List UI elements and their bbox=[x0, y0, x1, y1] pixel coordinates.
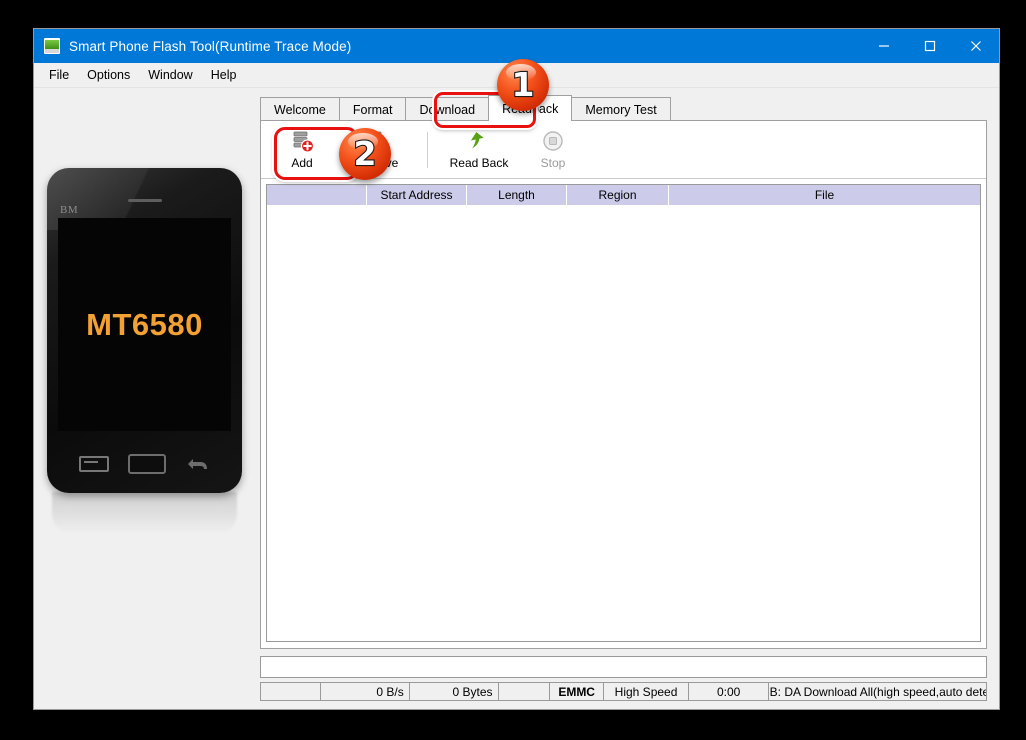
step-badge-1-number: 1 bbox=[510, 64, 535, 104]
minimize-icon[interactable] bbox=[861, 29, 907, 63]
tab-strip: Welcome Format Download Readback Memory … bbox=[260, 95, 987, 122]
title-bar: Smart Phone Flash Tool(Runtime Trace Mod… bbox=[34, 29, 999, 63]
home-button-icon bbox=[128, 454, 167, 474]
phone-flash-icon bbox=[44, 38, 60, 54]
status-cell-elapsed-time: 0:00 bbox=[689, 683, 770, 700]
window-title: Smart Phone Flash Tool(Runtime Trace Mod… bbox=[69, 38, 352, 54]
tab-format-label: Format bbox=[352, 102, 393, 117]
menu-item-window[interactable]: Window bbox=[139, 65, 201, 85]
column-header-start-address[interactable]: Start Address bbox=[367, 185, 467, 205]
stop-circle-icon bbox=[542, 129, 564, 153]
window-controls bbox=[861, 29, 999, 63]
menu-item-options[interactable]: Options bbox=[78, 65, 139, 85]
column-header-checkbox[interactable] bbox=[267, 185, 367, 205]
tab-memory-test[interactable]: Memory Test bbox=[571, 97, 671, 121]
tab-memory-test-label: Memory Test bbox=[585, 102, 657, 117]
read-back-button[interactable]: Read Back bbox=[442, 125, 516, 175]
content-pane: Welcome Format Download Readback Memory … bbox=[248, 88, 999, 709]
chipset-label: MT6580 bbox=[86, 306, 203, 342]
window-body: BM MT6580 Welcome Format Download Memory… bbox=[34, 88, 999, 709]
phone-illustration: BM MT6580 bbox=[47, 168, 242, 493]
status-cell-bytes: 0 Bytes bbox=[410, 683, 499, 700]
phone-reflection bbox=[52, 492, 237, 534]
step-badge-2-number: 2 bbox=[352, 133, 377, 173]
stop-button: Stop bbox=[516, 125, 590, 175]
status-cell-blank-left bbox=[261, 683, 321, 700]
column-header-file[interactable]: File bbox=[669, 185, 980, 205]
column-header-length[interactable]: Length bbox=[467, 185, 567, 205]
tab-welcome-label: Welcome bbox=[274, 102, 326, 117]
menu-item-help[interactable]: Help bbox=[202, 65, 246, 85]
status-bar: 0 B/s 0 Bytes EMMC High Speed 0:00 USB: … bbox=[260, 682, 987, 701]
app-window: Smart Phone Flash Tool(Runtime Trace Mod… bbox=[33, 28, 1000, 710]
menu-item-file[interactable]: File bbox=[40, 65, 78, 85]
status-cell-storage-type: EMMC bbox=[550, 683, 605, 700]
status-cell-connection-speed: High Speed bbox=[604, 683, 689, 700]
readback-tab-page: Add Read Back Stop Start Address Length … bbox=[260, 121, 987, 649]
phone-nav-bar bbox=[47, 447, 242, 481]
readback-table: Start Address Length Region File bbox=[266, 184, 981, 642]
screenshot-root: Smart Phone Flash Tool(Runtime Trace Mod… bbox=[0, 0, 1026, 740]
step-badge-1: 1 bbox=[497, 59, 549, 111]
toolbar-separator bbox=[427, 131, 428, 168]
maximize-icon[interactable] bbox=[907, 29, 953, 63]
tab-download[interactable]: Download bbox=[405, 97, 490, 121]
table-header-row: Start Address Length Region File bbox=[267, 185, 980, 205]
brand-mark: BM bbox=[60, 204, 79, 216]
close-icon[interactable] bbox=[953, 29, 999, 63]
phone-screen: MT6580 bbox=[58, 218, 231, 431]
progress-bar bbox=[260, 656, 987, 678]
read-back-arrow-icon bbox=[467, 129, 491, 153]
phone-speaker bbox=[127, 199, 162, 202]
tab-download-label: Download bbox=[419, 102, 476, 117]
status-cell-blank-mid bbox=[499, 683, 551, 700]
status-cell-usb-mode: USB: DA Download All(high speed,auto det… bbox=[769, 684, 987, 699]
step-badge-2: 2 bbox=[339, 128, 391, 180]
stop-button-label: Stop bbox=[540, 156, 566, 170]
tab-format[interactable]: Format bbox=[338, 97, 407, 121]
tab-welcome[interactable]: Welcome bbox=[260, 97, 340, 121]
back-button-icon bbox=[186, 455, 210, 473]
menu-button-icon bbox=[78, 456, 109, 472]
read-back-button-label: Read Back bbox=[449, 156, 509, 170]
bottom-area: 0 B/s 0 Bytes EMMC High Speed 0:00 USB: … bbox=[260, 656, 987, 701]
add-database-icon bbox=[290, 129, 314, 153]
add-button[interactable]: Add bbox=[265, 125, 339, 175]
table-body[interactable] bbox=[267, 205, 980, 641]
device-panel: BM MT6580 bbox=[34, 88, 248, 709]
column-header-region[interactable]: Region bbox=[567, 185, 669, 205]
status-cell-speed: 0 B/s bbox=[321, 683, 410, 700]
add-button-label: Add bbox=[291, 156, 313, 170]
